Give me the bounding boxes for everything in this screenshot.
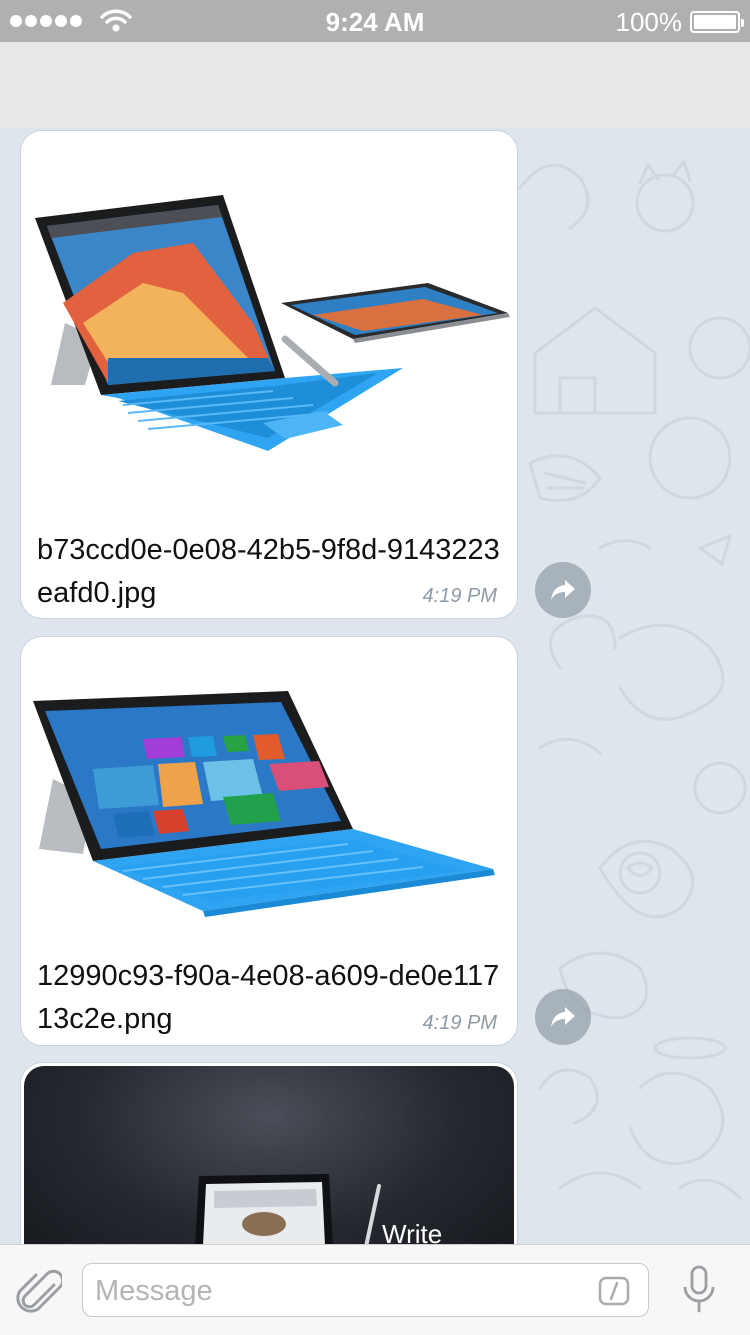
video-preview: Write	[24, 1066, 514, 1244]
battery-percent: 100%	[615, 7, 683, 37]
message-time: 4:19 PM	[422, 1012, 497, 1034]
message-input[interactable]	[93, 1270, 587, 1312]
microphone-icon[interactable]	[682, 1265, 716, 1313]
surface-pro-photo	[23, 133, 515, 513]
slash-command-icon[interactable]	[598, 1276, 630, 1306]
share-button[interactable]	[535, 562, 591, 618]
status-bar: 9:24 AM 100%	[0, 0, 750, 42]
message-time: 4:19 PM	[422, 585, 497, 607]
video-caption: Write	[382, 1219, 443, 1244]
chat-area[interactable]: b73ccd0e-0e08-42b5-9f8d-9143223eafd0.jpg…	[0, 128, 750, 1244]
message-bubble-document-1[interactable]: b73ccd0e-0e08-42b5-9f8d-9143223eafd0.jpg…	[20, 130, 518, 619]
battery-icon	[690, 11, 744, 33]
message-bubble-document-2[interactable]: 12990c93-f90a-4e08-a609-de0e11713c2e.png…	[20, 636, 518, 1046]
message-bubble-video[interactable]: Write	[20, 1062, 518, 1244]
share-arrow-icon	[551, 1007, 575, 1027]
message-field[interactable]	[82, 1263, 649, 1317]
paperclip-icon[interactable]	[16, 1267, 62, 1315]
surface-3-photo	[23, 639, 515, 939]
navigation-bar	[0, 42, 750, 129]
share-arrow-icon	[551, 580, 575, 600]
share-button[interactable]	[535, 989, 591, 1045]
message-input-bar	[0, 1244, 750, 1335]
